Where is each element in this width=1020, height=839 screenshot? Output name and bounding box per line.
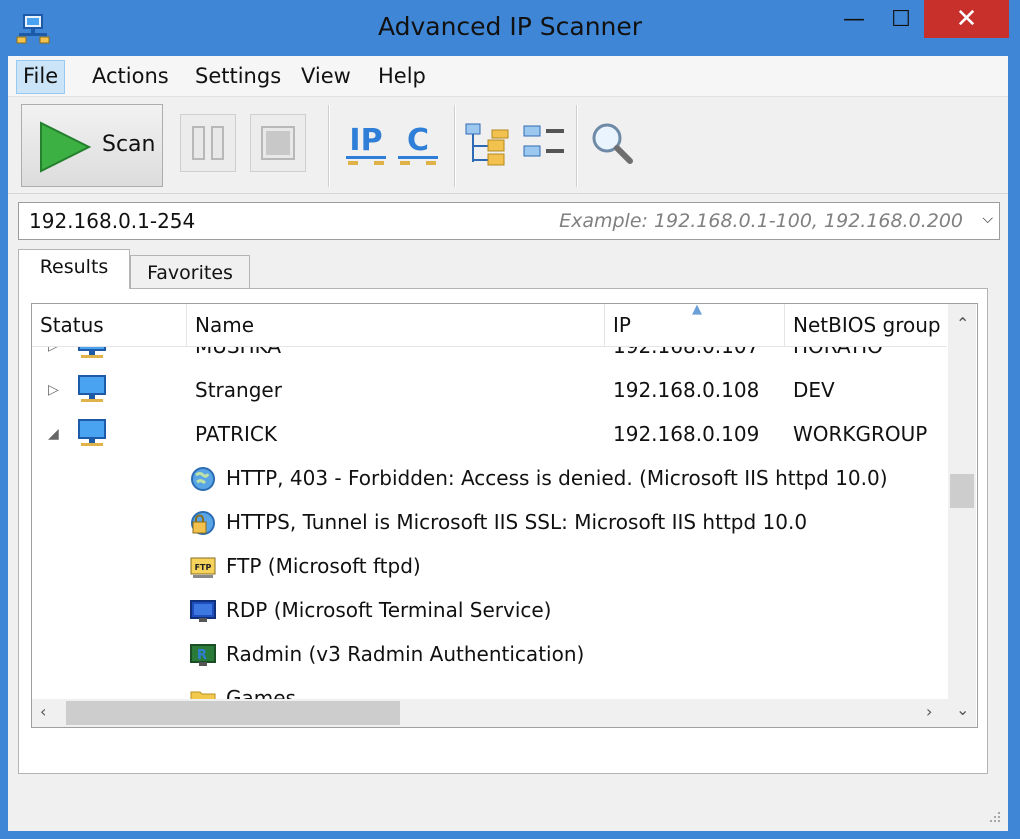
service-item[interactable]: RDP (Microsoft Terminal Service) [32,588,947,632]
service-https: HTTPS, Tunnel is Microsoft IIS SSL: Micr… [226,510,808,534]
svg-text:FTP: FTP [195,563,212,572]
search-button[interactable] [584,114,640,172]
horizontal-scrollbar[interactable]: ‹ › [32,699,948,727]
table-row[interactable]: ◢ PATRICK 192.168.0.109 WORKGROUP [32,412,947,456]
tab-favorites[interactable]: Favorites [130,255,250,291]
ftp-icon: FTP [190,557,216,578]
column-netbios-group[interactable]: NetBIOS group [785,304,947,346]
svg-text:C: C [407,123,429,158]
resize-grip-icon[interactable] [986,808,1002,824]
toolbar-separator [576,105,578,187]
service-rdp: RDP (Microsoft Terminal Service) [226,598,552,622]
lock-globe-icon [191,511,215,535]
collapse-arrow-icon[interactable]: ◢ [48,412,59,456]
service-item[interactable]: FTP FTP (Microsoft ftpd) [32,544,947,588]
toolbar-separator [454,105,456,187]
vertical-scroll-thumb[interactable] [950,474,974,508]
magnifier-icon [592,123,633,164]
minimize-button[interactable]: — [832,0,876,38]
ip-icon: IP [346,123,386,165]
radmin-icon: R [190,644,216,666]
client-area: File Actions Settings View Help Scan IP … [8,56,1008,831]
stop-button[interactable] [250,114,306,172]
row-name: PATRICK [195,422,278,446]
row-name: Stranger [195,378,282,402]
column-status[interactable]: Status [32,304,187,346]
pause-icon [192,126,224,160]
chevron-down-icon[interactable]: ⌵ [982,211,993,227]
c-icon: C [398,123,438,165]
table-row[interactable]: ▷ Stranger 192.168.0.108 DEV [32,368,947,412]
menu-file[interactable]: File [16,60,66,94]
row-group: WORKGROUP [793,422,928,446]
menu-bar: File Actions Settings View Help [8,56,1008,97]
tree-collapse-icon [523,125,564,157]
menu-settings[interactable]: Settings [189,60,287,92]
collapse-all-button[interactable] [518,114,574,172]
toolbar-separator [328,105,330,187]
service-http: HTTP, 403 - Forbidden: Access is denied.… [226,466,888,490]
service-radmin: Radmin (v3 Radmin Authentication) [226,642,585,666]
toolbar: Scan IP C [8,97,1008,194]
close-button[interactable]: ✕ [924,0,1009,38]
scroll-down-icon[interactable]: ⌄ [956,700,969,719]
scan-button[interactable]: Scan [21,104,163,187]
tab-results[interactable]: Results [18,249,130,289]
row-group: DEV [793,378,835,402]
service-ftp: FTP (Microsoft ftpd) [226,554,421,578]
table-header: Status Name IP NetBIOS group ▲ [32,304,947,347]
tree-expand-icon [465,123,509,166]
scroll-up-icon[interactable]: ⌃ [956,314,969,333]
menu-view[interactable]: View [295,60,357,92]
row-ip: 192.168.0.109 [613,422,760,446]
computer-icon [78,419,106,446]
vertical-scrollbar[interactable]: ⌃ ⌄ [948,304,976,727]
sort-ascending-icon: ▲ [692,303,702,317]
scroll-right-icon[interactable]: › [926,702,932,721]
scan-label: Scan [102,132,156,157]
title-bar[interactable]: Advanced IP Scanner — ☐ ✕ [0,0,1020,56]
results-table: Status Name IP NetBIOS group ▲ ▷ MUSHKA … [31,303,978,728]
menu-actions[interactable]: Actions [86,60,175,92]
stop-icon [261,126,295,160]
ip-range-placeholder: Example: 192.168.0.1-100, 192.168.0.200 [559,210,963,232]
status-bar [8,780,1008,830]
globe-icon [191,467,215,491]
pause-button[interactable] [180,114,236,172]
scroll-left-icon[interactable]: ‹ [40,702,46,721]
play-icon [40,121,92,173]
ip-subnet-button[interactable]: IP [338,114,394,172]
computer-icon [78,375,106,402]
maximize-button[interactable]: ☐ [878,0,924,38]
expand-arrow-icon[interactable]: ▷ [48,368,59,412]
rdp-monitor-icon [190,600,216,622]
horizontal-scroll-thumb[interactable] [66,701,400,725]
ip-range-value[interactable]: 192.168.0.1-254 [29,209,195,233]
expand-all-button[interactable] [460,114,516,172]
row-ip: 192.168.0.108 [613,378,760,402]
ip-range-input[interactable]: 192.168.0.1-254 Example: 192.168.0.1-100… [18,202,1000,240]
results-panel: Status Name IP NetBIOS group ▲ ▷ MUSHKA … [18,288,988,774]
menu-help[interactable]: Help [372,60,432,92]
svg-text:R: R [197,648,207,663]
app-window: Advanced IP Scanner — ☐ ✕ File Actions S… [0,0,1020,839]
class-c-subnet-button[interactable]: C [390,114,446,172]
service-item[interactable]: HTTP, 403 - Forbidden: Access is denied.… [32,456,947,500]
service-item[interactable]: R Radmin (v3 Radmin Authentication) [32,632,947,676]
column-name[interactable]: Name [187,304,605,346]
svg-text:IP: IP [349,123,382,158]
service-item[interactable]: HTTPS, Tunnel is Microsoft IIS SSL: Micr… [32,500,947,544]
